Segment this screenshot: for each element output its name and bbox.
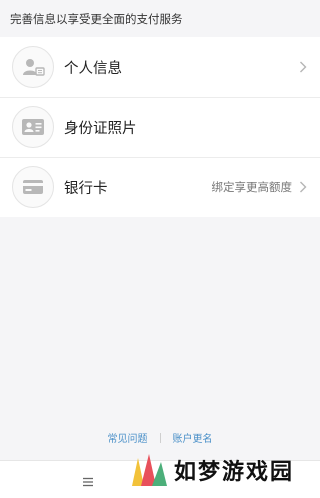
- menu-icon[interactable]: [82, 473, 94, 487]
- footer-links: 常见问题 账户更名: [0, 430, 320, 445]
- row-label-personal-info: 个人信息: [64, 60, 122, 77]
- chevron-right-icon: [296, 180, 310, 194]
- watermark-text: 如梦游戏园: [174, 459, 295, 485]
- row-bank-card[interactable]: 银行卡 绑定享更高额度: [0, 157, 320, 217]
- info-list: 个人信息 身份证照片 银行卡 绑定享更高额度: [0, 37, 320, 217]
- faq-link[interactable]: 常见问题: [108, 430, 148, 445]
- row-label-id-photo: 身份证照片: [64, 120, 137, 137]
- footer-divider: [159, 432, 161, 443]
- watermark-logo: 如梦游戏园: [128, 448, 318, 492]
- row-right-text-bank-card: 绑定享更高额度: [211, 180, 293, 194]
- row-personal-info[interactable]: 个人信息: [0, 37, 320, 97]
- header-note: 完善信息以享受更全面的支付服务: [0, 0, 320, 37]
- chevron-right-icon: [296, 60, 310, 74]
- personal-info-icon: [12, 46, 54, 88]
- row-id-photo[interactable]: 身份证照片: [0, 97, 320, 157]
- bank-card-icon: [12, 166, 54, 208]
- sail-logo-icon: [132, 454, 167, 486]
- row-label-bank-card: 银行卡: [64, 180, 108, 197]
- header-note-text: 完善信息以享受更全面的支付服务: [10, 11, 183, 26]
- id-card-icon: [12, 106, 54, 148]
- rename-link[interactable]: 账户更名: [173, 430, 213, 445]
